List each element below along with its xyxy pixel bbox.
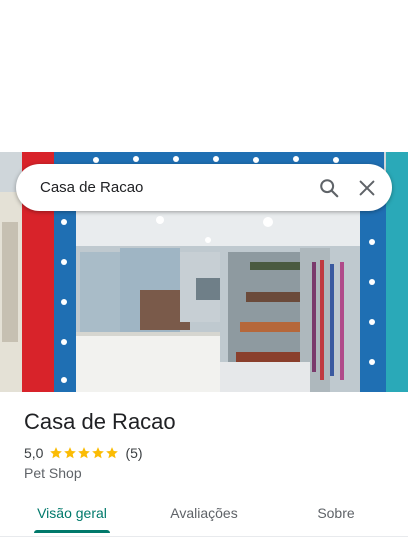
divider [0,536,408,537]
star-icon [78,447,91,459]
place-category[interactable]: Pet Shop [24,464,82,482]
place-tabs: Visão geral Avaliações Sobre [0,496,408,536]
rating-row[interactable]: 5,0 (5) [24,443,143,463]
star-icon [64,447,77,459]
tab-about[interactable]: Sobre [296,496,376,532]
place-title: Casa de Racao [24,409,176,434]
tab-overview[interactable]: Visão geral [24,496,120,532]
active-tab-indicator [34,530,110,533]
star-icon [92,447,105,459]
star-icon [50,447,63,459]
rating-value: 5,0 [24,445,44,461]
close-icon[interactable] [356,177,378,199]
map-blank-area [0,0,408,152]
tab-reviews[interactable]: Avaliações [154,496,254,532]
star-icon [106,447,119,459]
search-input[interactable]: Casa de Racao [40,164,143,211]
search-bar[interactable]: Casa de Racao [16,164,392,211]
search-icon[interactable] [318,177,340,199]
star-rating [49,446,119,460]
review-count[interactable]: (5) [125,445,142,461]
